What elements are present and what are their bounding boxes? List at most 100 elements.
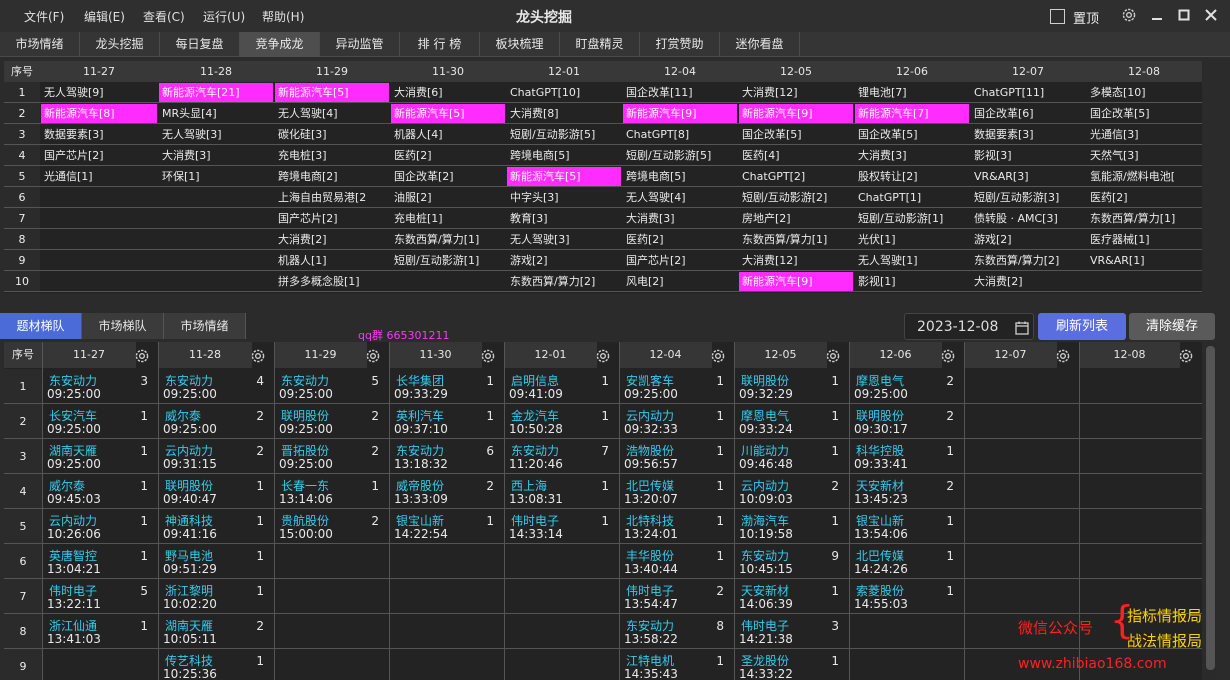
theme-cell[interactable]: 环保[1] xyxy=(159,167,273,186)
tab-7[interactable]: 盯盘精灵 xyxy=(560,32,640,57)
theme-cell[interactable]: 大消费[3] xyxy=(855,146,969,165)
theme-cell[interactable]: 教育[3] xyxy=(507,209,621,228)
theme-cell[interactable]: 新能源汽车[9] xyxy=(739,104,853,123)
theme-cell[interactable] xyxy=(1087,272,1201,291)
tab-1[interactable]: 龙头挖掘 xyxy=(80,32,160,57)
theme-cell[interactable] xyxy=(41,251,157,270)
theme-cell[interactable]: 大消费[8] xyxy=(507,104,621,123)
theme-cell[interactable]: 国企改革[2] xyxy=(391,167,505,186)
theme-cell[interactable]: 跨境电商[2] xyxy=(275,167,389,186)
clear-cache-button[interactable]: 清除缓存 xyxy=(1129,313,1215,340)
calendar-icon[interactable] xyxy=(1015,320,1029,339)
theme-cell[interactable]: 新能源汽车[9] xyxy=(623,104,737,123)
theme-cell[interactable]: 中字头[3] xyxy=(507,188,621,207)
theme-cell[interactable] xyxy=(41,188,157,207)
theme-cell[interactable] xyxy=(41,209,157,228)
theme-cell[interactable]: 房地产[2] xyxy=(739,209,853,228)
theme-cell[interactable]: 短剧/互动影游[5] xyxy=(623,146,737,165)
theme-cell[interactable]: 碳化硅[3] xyxy=(275,125,389,144)
tab-2[interactable]: 每日复盘 xyxy=(160,32,240,57)
theme-cell[interactable]: 新能源汽车[5] xyxy=(507,167,621,186)
theme-cell[interactable]: 大消费[2] xyxy=(275,230,389,249)
theme-cell[interactable]: 国企改革[5] xyxy=(855,125,969,144)
theme-cell[interactable]: MR头显[4] xyxy=(159,104,273,123)
theme-cell[interactable]: 数据要素[3] xyxy=(971,125,1085,144)
theme-cell[interactable]: 拼多多概念股[1] xyxy=(275,272,389,291)
theme-cell[interactable]: 光伏[1] xyxy=(855,230,969,249)
theme-cell[interactable] xyxy=(159,251,273,270)
theme-cell[interactable]: 无人驾驶[4] xyxy=(623,188,737,207)
theme-cell[interactable]: 东数西算/算力[1] xyxy=(391,230,505,249)
theme-cell[interactable]: 氢能源/燃料电池[ xyxy=(1087,167,1201,186)
column-gear-icon[interactable] xyxy=(709,347,727,369)
theme-cell[interactable]: 光通信[3] xyxy=(1087,125,1201,144)
column-gear-icon[interactable] xyxy=(249,347,267,369)
theme-cell[interactable]: 充电桩[1] xyxy=(391,209,505,228)
settings-gear-icon[interactable] xyxy=(1118,5,1140,25)
theme-cell[interactable]: 短剧/互动影游[1] xyxy=(391,251,505,270)
theme-cell[interactable] xyxy=(159,209,273,228)
theme-cell[interactable] xyxy=(41,272,157,291)
theme-cell[interactable]: ChatGPT[10] xyxy=(507,83,621,102)
theme-cell[interactable]: 天然气[3] xyxy=(1087,146,1201,165)
column-gear-icon[interactable] xyxy=(824,347,842,369)
sub-tab-0[interactable]: 题材梯队 xyxy=(0,313,82,339)
theme-cell[interactable]: 数据要素[3] xyxy=(41,125,157,144)
tab-9[interactable]: 迷你看盘 xyxy=(720,32,800,57)
close-icon[interactable] xyxy=(1200,5,1222,25)
theme-cell[interactable] xyxy=(159,230,273,249)
tab-3[interactable]: 竞争成龙 xyxy=(240,32,320,57)
refresh-list-button[interactable]: 刷新列表 xyxy=(1038,313,1126,340)
theme-cell[interactable]: 医药[2] xyxy=(623,230,737,249)
pin-checkbox[interactable] xyxy=(1050,9,1065,24)
maximize-icon[interactable] xyxy=(1173,5,1195,25)
theme-cell[interactable]: ChatGPT[1] xyxy=(855,188,969,207)
theme-cell[interactable]: 大消费[6] xyxy=(391,83,505,102)
theme-cell[interactable]: 跨境电商[5] xyxy=(623,167,737,186)
theme-cell[interactable]: 大消费[12] xyxy=(739,83,853,102)
tab-6[interactable]: 板块梳理 xyxy=(480,32,560,57)
theme-cell[interactable]: 无人驾驶[9] xyxy=(41,83,157,102)
column-gear-icon[interactable] xyxy=(479,347,497,369)
theme-cell[interactable]: 短剧/互动影游[1] xyxy=(855,209,969,228)
theme-cell[interactable]: 无人驾驶[1] xyxy=(855,251,969,270)
menu-help[interactable]: 帮助(H) xyxy=(262,8,304,25)
theme-cell[interactable]: 医药[2] xyxy=(391,146,505,165)
theme-cell[interactable]: 机器人[4] xyxy=(391,125,505,144)
theme-cell[interactable]: ChatGPT[2] xyxy=(739,167,853,186)
theme-cell[interactable]: 上海自由贸易港[2 xyxy=(275,188,389,207)
theme-cell[interactable]: 东数西算/算力[2] xyxy=(507,272,621,291)
theme-cell[interactable]: VR&AR[1] xyxy=(1087,251,1201,270)
theme-cell[interactable]: 东数西算/算力[2] xyxy=(971,251,1085,270)
theme-cell[interactable]: 大消费[2] xyxy=(971,272,1085,291)
theme-cell[interactable]: 锂电池[7] xyxy=(855,83,969,102)
theme-cell[interactable]: ChatGPT[8] xyxy=(623,125,737,144)
theme-cell[interactable]: 债转股 · AMC[3] xyxy=(971,209,1085,228)
column-gear-icon[interactable] xyxy=(364,347,382,369)
theme-cell[interactable]: 游戏[2] xyxy=(971,230,1085,249)
menu-run[interactable]: 运行(U) xyxy=(203,8,245,25)
column-gear-icon[interactable] xyxy=(1177,347,1195,369)
column-gear-icon[interactable] xyxy=(1054,347,1072,369)
theme-cell[interactable]: 医疗器械[1] xyxy=(1087,230,1201,249)
theme-cell[interactable]: 无人驾驶[3] xyxy=(507,230,621,249)
theme-cell[interactable] xyxy=(159,272,273,291)
theme-cell[interactable]: 医药[4] xyxy=(739,146,853,165)
theme-cell[interactable]: 无人驾驶[4] xyxy=(275,104,389,123)
column-gear-icon[interactable] xyxy=(594,347,612,369)
sub-tab-2[interactable]: 市场情绪 xyxy=(164,313,246,339)
menu-edit[interactable]: 编辑(E) xyxy=(84,8,125,25)
theme-cell[interactable]: 新能源汽车[5] xyxy=(391,104,505,123)
theme-cell[interactable]: 影视[3] xyxy=(971,146,1085,165)
theme-cell[interactable]: 游戏[2] xyxy=(507,251,621,270)
theme-cell[interactable]: 短剧/互动影游[2] xyxy=(739,188,853,207)
tab-5[interactable]: 排 行 榜 xyxy=(400,32,480,57)
menu-file[interactable]: 文件(F) xyxy=(24,8,64,25)
theme-cell[interactable]: 多模态[10] xyxy=(1087,83,1201,102)
theme-cell[interactable]: VR&AR[3] xyxy=(971,167,1085,186)
tab-8[interactable]: 打赏赞助 xyxy=(640,32,720,57)
theme-cell[interactable]: 国企改革[11] xyxy=(623,83,737,102)
theme-cell[interactable]: 国产芯片[2] xyxy=(623,251,737,270)
theme-cell[interactable] xyxy=(391,272,505,291)
theme-cell[interactable]: 股权转让[2] xyxy=(855,167,969,186)
